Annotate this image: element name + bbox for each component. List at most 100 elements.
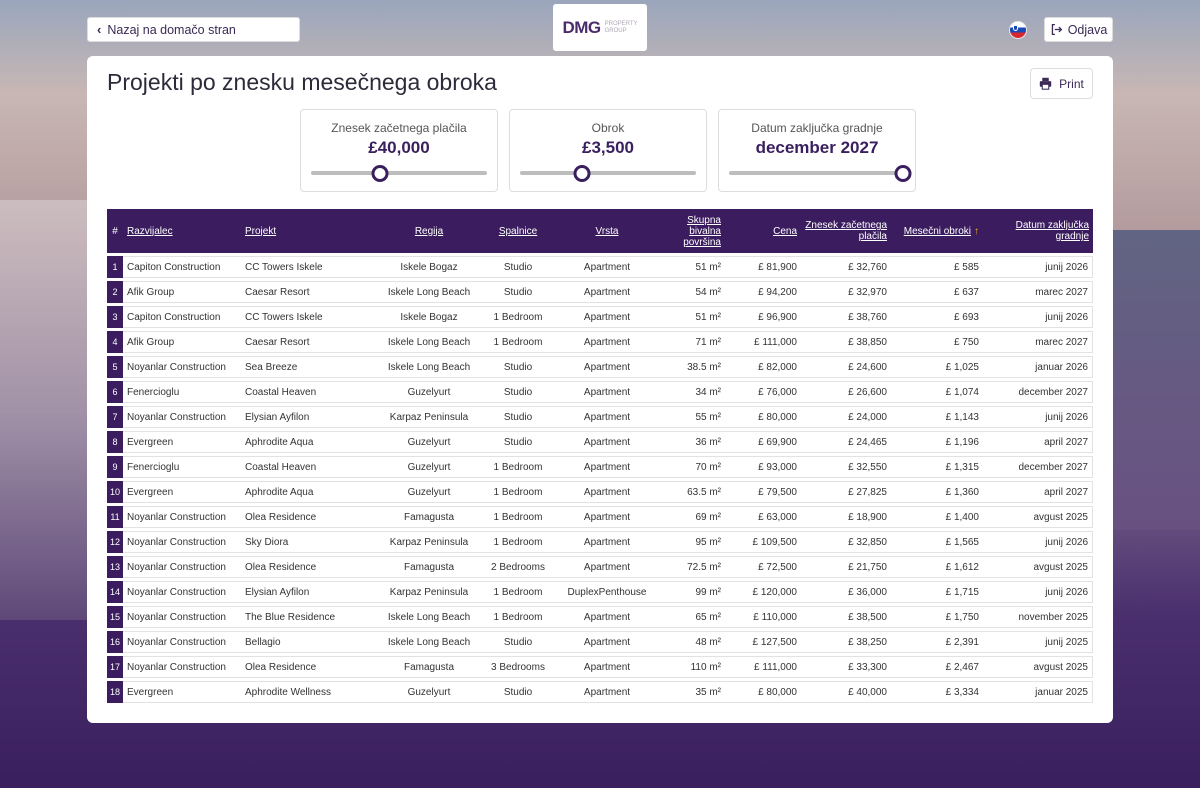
type-cell: Apartment (549, 481, 665, 503)
table-row[interactable]: 4 Afik Group Caesar Resort Iskele Long Beac… (107, 331, 1093, 353)
bedrooms-cell: 1 Bedroom (487, 456, 549, 478)
logout-icon (1051, 23, 1062, 36)
down-payment-cell: £ 26,600 (801, 381, 891, 403)
completion-date-cell: junij 2026 (983, 256, 1093, 278)
down-payment-slider-thumb[interactable] (371, 165, 389, 182)
price-cell: £ 111,000 (725, 331, 801, 353)
row-number: 18 (107, 681, 123, 703)
developer-cell: Capiton Construction (123, 256, 241, 278)
col-header-price[interactable]: Cena (725, 209, 801, 253)
table-row[interactable]: 6 Fenercioglu Coastal Heaven Guzelyurt Studi… (107, 381, 1093, 403)
table-row[interactable]: 18 Evergreen Aphrodite Wellness Guzelyurt St… (107, 681, 1093, 703)
bedrooms-cell: 1 Bedroom (487, 306, 549, 328)
installment-slider-thumb[interactable] (573, 165, 591, 182)
dmg-logo[interactable]: DMG PROPERTY GROUP (553, 4, 647, 51)
living-area-cell: 51 m² (665, 256, 725, 278)
table-row[interactable]: 16 Noyanlar Construction Bellagio Iskele Lo… (107, 631, 1093, 653)
monthly-installment-cell: £ 1,400 (891, 506, 983, 528)
print-label: Print (1059, 76, 1084, 91)
project-cell: Elysian Ayfilon (241, 406, 371, 428)
col-header-down-payment[interactable]: Znesek začetnega plačila (801, 209, 891, 253)
monthly-installment-cell: £ 1,196 (891, 431, 983, 453)
table-row[interactable]: 14 Noyanlar Construction Elysian Ayfilon Ka… (107, 581, 1093, 603)
table-row[interactable]: 5 Noyanlar Construction Sea Breeze Iskele L… (107, 356, 1093, 378)
bedrooms-cell: Studio (487, 431, 549, 453)
table-row[interactable]: 11 Noyanlar Construction Olea Residence Fam… (107, 506, 1093, 528)
table-row[interactable]: 1 Capiton Construction CC Towers Iskele Isk… (107, 256, 1093, 278)
print-button[interactable]: Print (1030, 68, 1093, 99)
region-cell: Iskele Long Beach (371, 281, 487, 303)
col-header-bedrooms[interactable]: Spalnice (487, 209, 549, 253)
col-header-number: # (107, 209, 123, 253)
living-area-cell: 35 m² (665, 681, 725, 703)
developer-cell: Noyanlar Construction (123, 606, 241, 628)
project-cell: Coastal Heaven (241, 381, 371, 403)
row-number: 11 (107, 506, 123, 528)
col-header-type[interactable]: Vrsta (549, 209, 665, 253)
col-header-living-area[interactable]: Skupna bivalna površina (665, 209, 725, 253)
project-cell: Olea Residence (241, 556, 371, 578)
slider-track[interactable] (311, 171, 487, 175)
region-cell: Guzelyurt (371, 481, 487, 503)
monthly-installment-cell: £ 1,612 (891, 556, 983, 578)
region-cell: Guzelyurt (371, 431, 487, 453)
table-row[interactable]: 3 Capiton Construction CC Towers Iskele Isk… (107, 306, 1093, 328)
table-row[interactable]: 15 Noyanlar Construction The Blue Residenc… (107, 606, 1093, 628)
completion-date-cell: april 2027 (983, 431, 1093, 453)
printer-icon (1039, 77, 1052, 90)
price-cell: £ 109,500 (725, 531, 801, 553)
completion-date-slider-thumb[interactable] (894, 165, 912, 182)
type-cell: Apartment (549, 281, 665, 303)
type-cell: Apartment (549, 256, 665, 278)
price-cell: £ 80,000 (725, 681, 801, 703)
col-header-completion-date[interactable]: Datum zaključka gradnje (983, 209, 1093, 253)
table-row[interactable]: 7 Noyanlar Construction Elysian Ayfilon Kar… (107, 406, 1093, 428)
completion-date-cell: junij 2026 (983, 306, 1093, 328)
region-cell: Iskele Bogaz (371, 306, 487, 328)
table-row[interactable]: 12 Noyanlar Construction Sky Diora Karpaz P… (107, 531, 1093, 553)
row-number: 15 (107, 606, 123, 628)
down-payment-cell: £ 27,825 (801, 481, 891, 503)
filter-value: december 2027 (755, 138, 879, 157)
region-cell: Iskele Long Beach (371, 606, 487, 628)
developer-cell: Noyanlar Construction (123, 556, 241, 578)
table-row[interactable]: 8 Evergreen Aphrodite Aqua Guzelyurt Studio A… (107, 431, 1093, 453)
developer-cell: Noyanlar Construction (123, 581, 241, 603)
back-home-button[interactable]: ‹ Nazaj na domačo stran (87, 17, 300, 42)
price-cell: £ 63,000 (725, 506, 801, 528)
col-header-monthly-installments[interactable]: Mesečni obroki ↑ (891, 209, 983, 253)
down-payment-cell: £ 33,300 (801, 656, 891, 678)
table-row[interactable]: 9 Fenercioglu Coastal Heaven Guzelyurt 1 Bed… (107, 456, 1093, 478)
table-row[interactable]: 10 Evergreen Aphrodite Aqua Guzelyurt 1 Bedr… (107, 481, 1093, 503)
price-cell: £ 82,000 (725, 356, 801, 378)
slider-track[interactable] (729, 171, 905, 175)
project-cell: Coastal Heaven (241, 456, 371, 478)
table-row[interactable]: 17 Noyanlar Construction Olea Residence Fam… (107, 656, 1093, 678)
col-header-region[interactable]: Regija (371, 209, 487, 253)
living-area-cell: 54 m² (665, 281, 725, 303)
table-row[interactable]: 13 Noyanlar Construction Olea Residence Fam… (107, 556, 1093, 578)
down-payment-cell: £ 38,760 (801, 306, 891, 328)
background-city-image (0, 200, 90, 620)
price-cell: £ 81,900 (725, 256, 801, 278)
slovenia-flag-icon[interactable] (1009, 21, 1027, 39)
col-header-project[interactable]: Projekt (241, 209, 371, 253)
type-cell: Apartment (549, 381, 665, 403)
completion-date-cell: januar 2025 (983, 681, 1093, 703)
bedrooms-cell: Studio (487, 356, 549, 378)
living-area-cell: 48 m² (665, 631, 725, 653)
col-header-developer[interactable]: Razvijalec (123, 209, 241, 253)
living-area-cell: 95 m² (665, 531, 725, 553)
logout-button[interactable]: Odjava (1044, 17, 1113, 42)
project-cell: Sky Diora (241, 531, 371, 553)
living-area-cell: 71 m² (665, 331, 725, 353)
developer-cell: Noyanlar Construction (123, 656, 241, 678)
living-area-cell: 51 m² (665, 306, 725, 328)
logout-label: Odjava (1067, 22, 1108, 37)
table-row[interactable]: 2 Afik Group Caesar Resort Iskele Long Beac… (107, 281, 1093, 303)
living-area-cell: 55 m² (665, 406, 725, 428)
slider-track[interactable] (520, 171, 696, 175)
filter-label: Obrok (591, 121, 625, 135)
row-number: 5 (107, 356, 123, 378)
region-cell: Famagusta (371, 506, 487, 528)
